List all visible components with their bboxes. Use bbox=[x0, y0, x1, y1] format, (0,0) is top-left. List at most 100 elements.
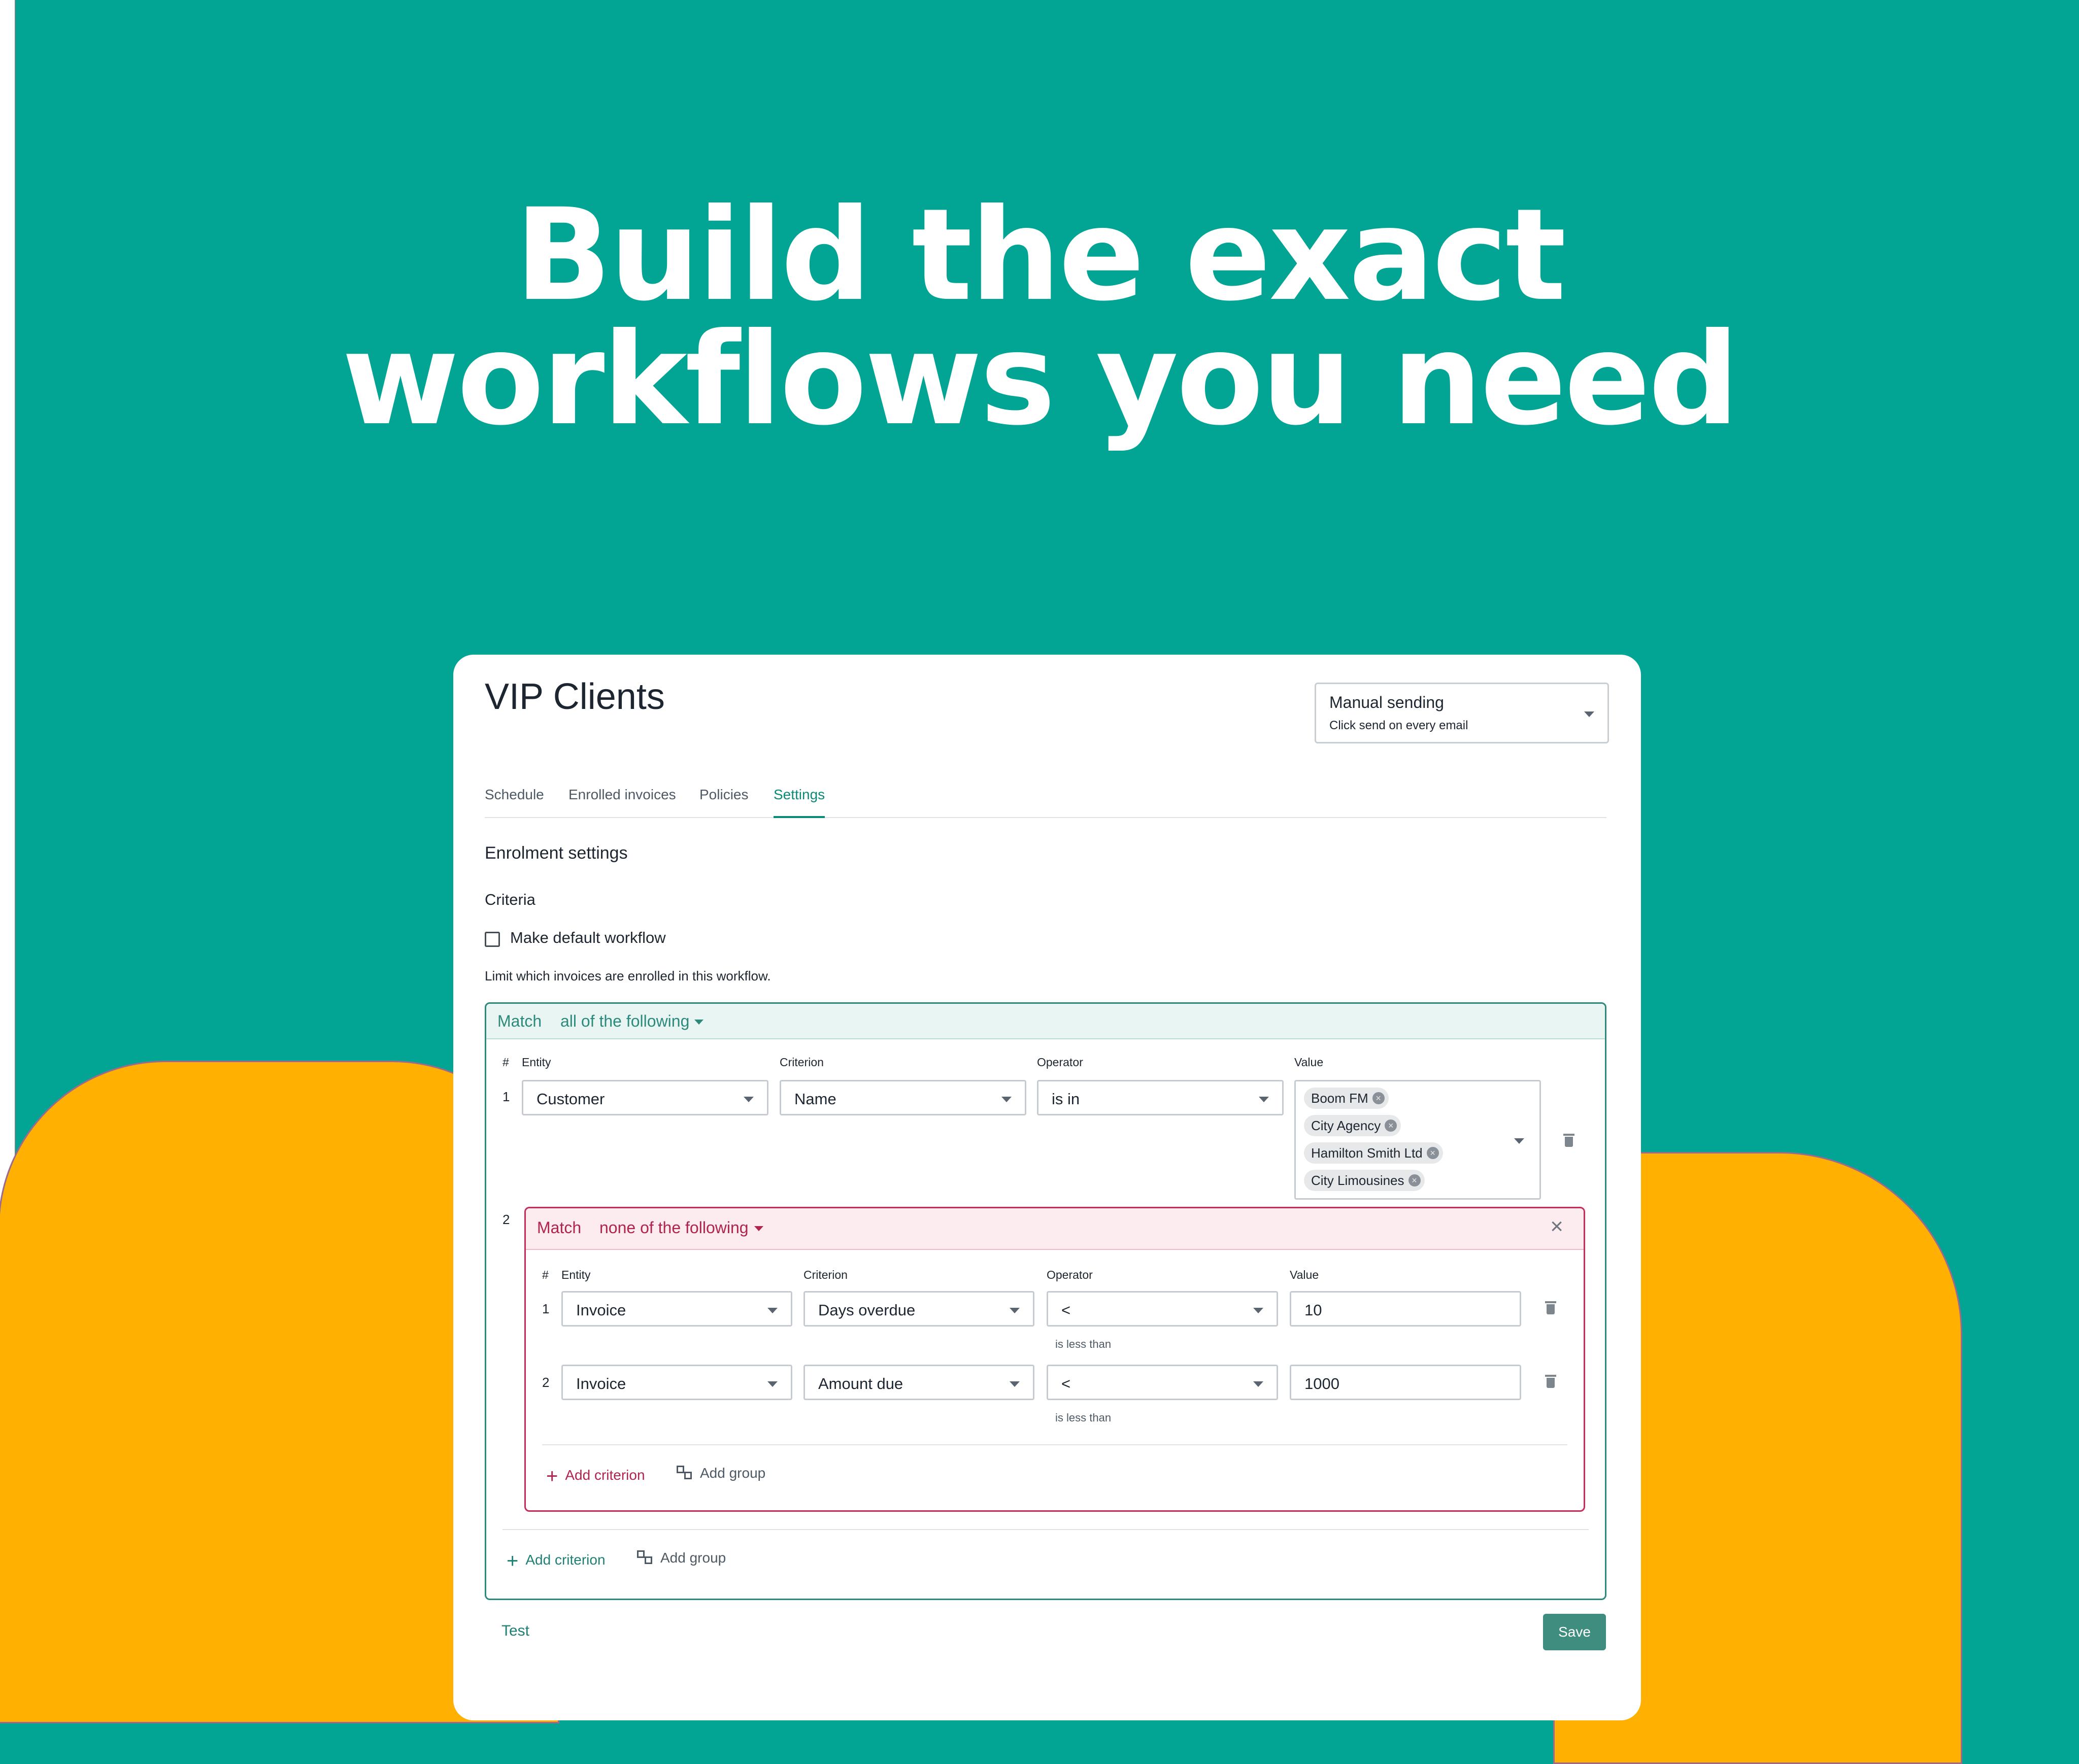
criteria-group-outer: Match all of the following # Entity Crit… bbox=[485, 1002, 1606, 1600]
chevron-down-icon bbox=[744, 1097, 754, 1102]
section-title: Enrolment settings bbox=[485, 843, 628, 863]
tab-schedule[interactable]: Schedule bbox=[485, 787, 544, 816]
divider bbox=[502, 1529, 1589, 1530]
default-workflow-label: Make default workflow bbox=[510, 929, 666, 946]
column-header-number: # bbox=[542, 1268, 549, 1281]
add-group-button[interactable]: Add group bbox=[637, 1550, 726, 1566]
entity-value: Invoice bbox=[576, 1301, 626, 1319]
entity-value: Invoice bbox=[576, 1375, 626, 1393]
chevron-down-icon bbox=[1584, 711, 1594, 717]
tab-enrolled-invoices[interactable]: Enrolled invoices bbox=[568, 787, 676, 816]
criteria-group-inner: Match none of the following × # Entity C… bbox=[524, 1207, 1585, 1512]
close-icon[interactable]: × bbox=[1550, 1215, 1563, 1238]
value-text: 1000 bbox=[1304, 1375, 1339, 1393]
group-icon bbox=[677, 1466, 692, 1480]
outer-group-header: Match all of the following bbox=[486, 1004, 1605, 1039]
remove-chip-icon[interactable]: × bbox=[1426, 1147, 1439, 1159]
add-criterion-button[interactable]: + Add criterion bbox=[546, 1465, 645, 1488]
row-number: 1 bbox=[542, 1301, 550, 1316]
chevron-down-icon bbox=[1010, 1308, 1020, 1313]
criterion-select[interactable]: Days overdue bbox=[803, 1291, 1034, 1327]
remove-chip-icon[interactable]: × bbox=[1372, 1092, 1385, 1104]
operator-value: < bbox=[1061, 1375, 1071, 1393]
add-group-label: Add group bbox=[700, 1465, 766, 1481]
criteria-title: Criteria bbox=[485, 891, 535, 908]
operator-value: is in bbox=[1052, 1090, 1080, 1108]
criterion-value: Name bbox=[794, 1090, 836, 1108]
chip-label: City Agency bbox=[1311, 1118, 1381, 1133]
match-mode-select[interactable]: none of the following bbox=[599, 1218, 749, 1237]
caret-down-icon bbox=[754, 1226, 763, 1231]
value-text: 10 bbox=[1304, 1301, 1322, 1319]
tab-settings[interactable]: Settings bbox=[774, 787, 825, 818]
chevron-down-icon bbox=[1253, 1308, 1263, 1313]
row-number: 2 bbox=[542, 1375, 550, 1390]
match-mode-select[interactable]: all of the following bbox=[560, 1012, 689, 1031]
entity-select[interactable]: Customer bbox=[522, 1080, 768, 1115]
operator-select[interactable]: < bbox=[1047, 1365, 1278, 1400]
delete-row-icon[interactable] bbox=[1563, 1134, 1574, 1147]
value-chip: City Agency × bbox=[1304, 1115, 1401, 1136]
criterion-value: Amount due bbox=[818, 1375, 903, 1393]
column-header-operator: Operator bbox=[1047, 1268, 1093, 1281]
chip-label: City Limousines bbox=[1311, 1173, 1404, 1188]
value-input[interactable]: 1000 bbox=[1290, 1365, 1521, 1400]
column-header-criterion: Criterion bbox=[780, 1056, 824, 1069]
column-header-entity: Entity bbox=[522, 1056, 551, 1069]
workflow-settings-card: VIP Clients Manual sending Click send on… bbox=[453, 655, 1641, 1720]
add-group-label: Add group bbox=[660, 1550, 726, 1566]
chevron-down-icon bbox=[1253, 1381, 1263, 1387]
column-header-entity: Entity bbox=[561, 1268, 591, 1281]
remove-chip-icon[interactable]: × bbox=[1385, 1120, 1397, 1132]
entity-value: Customer bbox=[536, 1090, 605, 1108]
column-header-criterion: Criterion bbox=[803, 1268, 848, 1281]
hero-line-2: workflows you need bbox=[342, 306, 1739, 453]
tab-policies[interactable]: Policies bbox=[699, 787, 748, 816]
chip-label: Hamilton Smith Ltd bbox=[1311, 1145, 1423, 1161]
sending-mode-description: Click send on every email bbox=[1329, 719, 1468, 732]
operator-select[interactable]: < bbox=[1047, 1291, 1278, 1327]
add-criterion-button[interactable]: + Add criterion bbox=[507, 1550, 606, 1573]
operator-value: < bbox=[1061, 1301, 1071, 1319]
operator-select[interactable]: is in bbox=[1037, 1080, 1284, 1115]
entity-select[interactable]: Invoice bbox=[561, 1291, 792, 1327]
inner-group-header: Match none of the following × bbox=[526, 1208, 1584, 1250]
criterion-select[interactable]: Name bbox=[780, 1080, 1026, 1115]
hero-line-1: Build the exact bbox=[515, 181, 1566, 329]
add-group-button[interactable]: Add group bbox=[677, 1465, 765, 1481]
chevron-down-icon bbox=[767, 1381, 778, 1387]
default-workflow-checkbox[interactable] bbox=[485, 932, 500, 947]
value-multiselect[interactable]: Boom FM × City Agency × Hamilton Smith Ltd… bbox=[1294, 1080, 1541, 1200]
delete-row-icon[interactable] bbox=[1545, 1375, 1556, 1388]
test-link[interactable]: Test bbox=[501, 1622, 529, 1640]
criterion-value: Days overdue bbox=[818, 1301, 916, 1319]
hero-headline: Build the exact workflows you need bbox=[0, 181, 2079, 453]
value-chip: City Limousines × bbox=[1304, 1170, 1425, 1191]
workflow-tabs: Schedule Enrolled invoices Policies Sett… bbox=[485, 787, 1606, 818]
delete-row-icon[interactable] bbox=[1545, 1301, 1556, 1314]
criterion-select[interactable]: Amount due bbox=[803, 1365, 1034, 1400]
remove-chip-icon[interactable]: × bbox=[1408, 1174, 1421, 1186]
value-chip: Hamilton Smith Ltd × bbox=[1304, 1142, 1443, 1164]
chevron-down-icon bbox=[767, 1308, 778, 1313]
chevron-down-icon bbox=[1259, 1097, 1269, 1102]
save-button[interactable]: Save bbox=[1543, 1614, 1606, 1650]
chevron-down-icon bbox=[1010, 1381, 1020, 1387]
sending-mode-value: Manual sending bbox=[1329, 693, 1444, 711]
group-icon bbox=[637, 1550, 652, 1565]
sending-mode-select[interactable]: Manual sending Click send on every email bbox=[1315, 683, 1609, 743]
chevron-down-icon bbox=[1514, 1138, 1524, 1144]
add-criterion-label: Add criterion bbox=[525, 1552, 606, 1568]
workflow-title: VIP Clients bbox=[485, 676, 665, 717]
chip-label: Boom FM bbox=[1311, 1091, 1368, 1106]
match-label: Match bbox=[497, 1012, 542, 1030]
plus-icon: + bbox=[546, 1465, 558, 1487]
column-header-operator: Operator bbox=[1037, 1056, 1083, 1069]
match-label: Match bbox=[537, 1218, 582, 1237]
limit-description: Limit which invoices are enrolled in thi… bbox=[485, 968, 771, 983]
entity-select[interactable]: Invoice bbox=[561, 1365, 792, 1400]
column-header-value: Value bbox=[1294, 1056, 1324, 1069]
row-number: 1 bbox=[502, 1089, 510, 1104]
plus-icon: + bbox=[507, 1550, 519, 1572]
value-input[interactable]: 10 bbox=[1290, 1291, 1521, 1327]
